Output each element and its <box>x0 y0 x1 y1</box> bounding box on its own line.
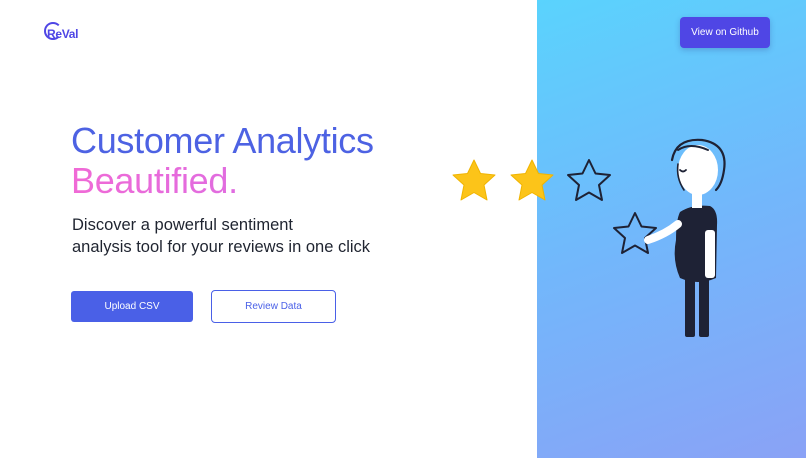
upload-csv-button[interactable]: Upload CSV <box>71 291 193 322</box>
person-figure <box>644 138 726 337</box>
logo-text: ReVal <box>47 26 79 41</box>
subtitle-line-1: Discover a powerful sentiment <box>72 216 294 234</box>
hero-subtitle: Discover a powerful sentiment analysis t… <box>72 214 392 258</box>
star-filled-icon <box>452 159 496 201</box>
star-outline-icon <box>613 212 657 254</box>
star-filled-icon <box>510 159 554 201</box>
view-on-github-button[interactable]: View on Github <box>680 17 770 48</box>
headline-highlight: Beautified. <box>71 160 238 201</box>
star-outline-icon <box>567 159 611 201</box>
subtitle-line-2: analysis tool for your reviews in one cl… <box>72 238 371 256</box>
review-data-button[interactable]: Review Data <box>211 290 336 323</box>
rating-illustration <box>452 138 726 337</box>
headline-primary: Customer Analytics <box>71 120 374 161</box>
reval-logo[interactable]: ReVal <box>44 22 79 44</box>
